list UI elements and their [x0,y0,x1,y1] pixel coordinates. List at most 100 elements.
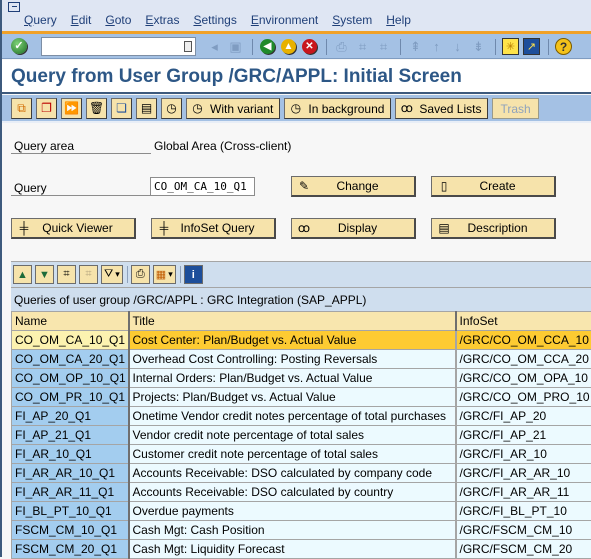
menu-query[interactable]: Query [24,13,57,27]
in-background-button[interactable]: ◷In background [284,98,391,119]
cell-title[interactable]: Cash Mgt: Cash Position [129,521,456,540]
cell-name[interactable]: FI_BL_PT_10_Q1 [12,502,129,521]
first-page-icon[interactable]: ⇞ [406,37,425,56]
command-dropdown-icon[interactable] [184,41,192,52]
cell-name[interactable]: FI_AR_AR_11_Q1 [12,483,129,502]
cell-infoset[interactable]: /GRC/FI_AR_AR_10 [456,464,591,483]
sort-descending-button[interactable]: ▼ [35,265,54,284]
cell-infoset[interactable]: /GRC/FI_AR_10 [456,445,591,464]
create-button[interactable]: ▯ Create [431,176,556,197]
quick-viewer-button[interactable]: ╪ Quick Viewer [11,218,136,239]
last-page-icon[interactable]: ⇟ [469,37,488,56]
cell-infoset[interactable]: /GRC/FI_AP_20 [456,407,591,426]
column-header-name[interactable]: Name [12,312,129,331]
execute-button[interactable]: ⏩ [61,98,82,119]
sort-ascending-button[interactable]: ▲ [13,265,32,284]
cell-title[interactable]: Projects: Plan/Budget vs. Actual Value [129,388,456,407]
table-row[interactable]: CO_OM_PR_10_Q1Projects: Plan/Budget vs. … [12,388,591,407]
cell-name[interactable]: CO_OM_OP_10_Q1 [12,369,129,388]
enter-icon[interactable]: ✓ [11,38,27,54]
cell-title[interactable]: Vendor credit note percentage of total s… [129,426,456,445]
other-user-group-button[interactable]: ⧉ [11,98,32,119]
find-icon[interactable]: ⌗ [353,37,372,56]
cell-infoset[interactable]: /GRC/FI_AR_AR_11 [456,483,591,502]
system-menu-icon[interactable] [8,2,20,12]
cell-name[interactable]: FSCM_CM_10_Q1 [12,521,129,540]
column-header-title[interactable]: Title [129,312,456,331]
table-row[interactable]: FSCM_CM_10_Q1Cash Mgt: Cash Position/GRC… [12,521,591,540]
command-input[interactable] [42,38,177,55]
display-button[interactable]: ꝏ Display [291,218,416,239]
menu-settings[interactable]: Settings [193,13,236,27]
previous-page-icon[interactable]: ↑ [427,37,446,56]
back-triangle-icon[interactable]: ◂ [205,37,224,56]
cell-title[interactable]: Cost Center: Plan/Budget vs. Actual Valu… [129,331,456,350]
create-session-button[interactable]: ✳ [501,37,520,56]
cancel-button[interactable]: ✕ [300,37,319,56]
change-button[interactable]: ✎ Change [291,176,416,197]
find-next-button[interactable]: ⌗ [79,265,98,284]
cell-name[interactable]: FI_AR_10_Q1 [12,445,129,464]
table-row[interactable]: FI_AR_AR_11_Q1Accounts Receivable: DSO c… [12,483,591,502]
menu-environment[interactable]: Environment [251,13,318,27]
filter-button[interactable]: ⛛▾ [101,265,123,284]
cell-title[interactable]: Accounts Receivable: DSO calculated by c… [129,464,456,483]
info-button[interactable]: i [184,265,203,284]
cell-name[interactable]: CO_OM_PR_10_Q1 [12,388,129,407]
find-button[interactable]: ⌗ [57,265,76,284]
display-screen-button[interactable]: ▤ [136,98,157,119]
cell-name[interactable]: FI_AP_20_Q1 [12,407,129,426]
menu-help[interactable]: Help [386,13,411,27]
cell-infoset[interactable]: /GRC/CO_OM_CCA_10 [456,331,591,350]
cell-title[interactable]: Overhead Cost Controlling: Posting Rever… [129,350,456,369]
table-row[interactable]: CO_OM_OP_10_Q1Internal Orders: Plan/Budg… [12,369,591,388]
description-button[interactable]: ▤ Description [431,218,556,239]
copy-button[interactable]: ❐ [36,98,57,119]
trash-button[interactable]: Trash [492,98,538,119]
table-row[interactable]: FSCM_CM_20_Q1Cash Mgt: Liquidity Forecas… [12,540,591,559]
column-header-infoset[interactable]: InfoSet [456,312,591,331]
cell-infoset[interactable]: /GRC/CO_OM_OPA_10 [456,369,591,388]
next-page-icon[interactable]: ↓ [448,37,467,56]
cell-title[interactable]: Cash Mgt: Liquidity Forecast [129,540,456,559]
cell-name[interactable]: FSCM_CM_20_Q1 [12,540,129,559]
command-field[interactable] [41,37,196,56]
table-row[interactable]: FI_BL_PT_10_Q1Overdue payments/GRC/FI_BL… [12,502,591,521]
with-variant-button[interactable]: ◷With variant [186,98,280,119]
table-row[interactable]: FI_AR_AR_10_Q1Accounts Receivable: DSO c… [12,464,591,483]
cell-infoset[interactable]: /GRC/FSCM_CM_20 [456,540,591,559]
cell-infoset[interactable]: /GRC/CO_OM_CCA_20 [456,350,591,369]
cell-title[interactable]: Internal Orders: Plan/Budget vs. Actual … [129,369,456,388]
menu-extras[interactable]: Extras [145,13,179,27]
layout-button[interactable]: ▦▾ [153,265,176,284]
print-icon[interactable]: ⎙ [332,37,351,56]
shortcut-button[interactable]: ↗ [522,37,541,56]
query-input[interactable] [150,177,255,196]
delete-button[interactable]: 🗑 [86,98,107,119]
cell-name[interactable]: FI_AP_21_Q1 [12,426,129,445]
print-button[interactable]: ⎙ [131,265,150,284]
cell-title[interactable]: Onetime Vendor credit notes percentage o… [129,407,456,426]
cell-infoset[interactable]: /GRC/FI_AP_21 [456,426,591,445]
cell-title[interactable]: Customer credit note percentage of total… [129,445,456,464]
menu-system[interactable]: System [332,13,372,27]
menu-edit[interactable]: Edit [71,13,92,27]
infoset-button[interactable]: ❏ [111,98,132,119]
cell-infoset[interactable]: /GRC/FSCM_CM_10 [456,521,591,540]
cell-infoset[interactable]: /GRC/CO_OM_PRO_10 [456,388,591,407]
find-next-icon[interactable]: ⌗ [374,37,393,56]
cell-name[interactable]: CO_OM_CA_20_Q1 [12,350,129,369]
table-row[interactable]: CO_OM_CA_20_Q1Overhead Cost Controlling:… [12,350,591,369]
cell-name[interactable]: CO_OM_CA_10_Q1 [12,331,129,350]
table-row[interactable]: CO_OM_CA_10_Q1Cost Center: Plan/Budget v… [12,331,591,350]
save-icon[interactable]: ▣ [226,37,245,56]
cell-infoset[interactable]: /GRC/FI_BL_PT_10 [456,502,591,521]
table-row[interactable]: FI_AR_10_Q1Customer credit note percenta… [12,445,591,464]
table-row[interactable]: FI_AP_21_Q1Vendor credit note percentage… [12,426,591,445]
cell-title[interactable]: Overdue payments [129,502,456,521]
table-row[interactable]: FI_AP_20_Q1Onetime Vendor credit notes p… [12,407,591,426]
cell-name[interactable]: FI_AR_AR_10_Q1 [12,464,129,483]
back-button[interactable]: ◀ [258,37,277,56]
cell-title[interactable]: Accounts Receivable: DSO calculated by c… [129,483,456,502]
help-button[interactable]: ? [554,37,573,56]
